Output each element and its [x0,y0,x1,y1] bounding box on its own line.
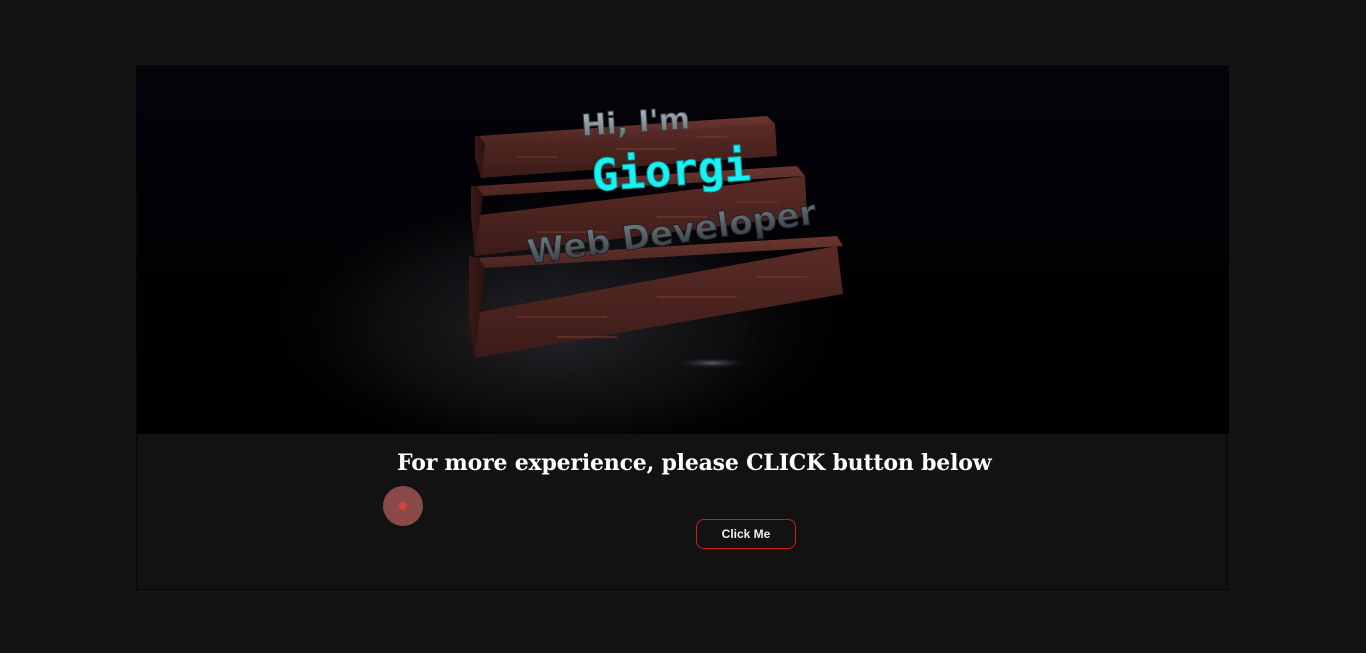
click-me-button[interactable]: Click Me [696,519,796,549]
3d-scene-canvas[interactable]: Hi, I'm Giorgi Web Developer [137,66,1229,434]
instruction-heading: For more experience, please CLICK button… [397,450,992,476]
cursor-dot [399,502,407,510]
floor-reflection [672,357,752,369]
content-frame: Hi, I'm Giorgi Web Developer For more ex… [136,65,1229,590]
cursor-indicator [383,486,423,526]
